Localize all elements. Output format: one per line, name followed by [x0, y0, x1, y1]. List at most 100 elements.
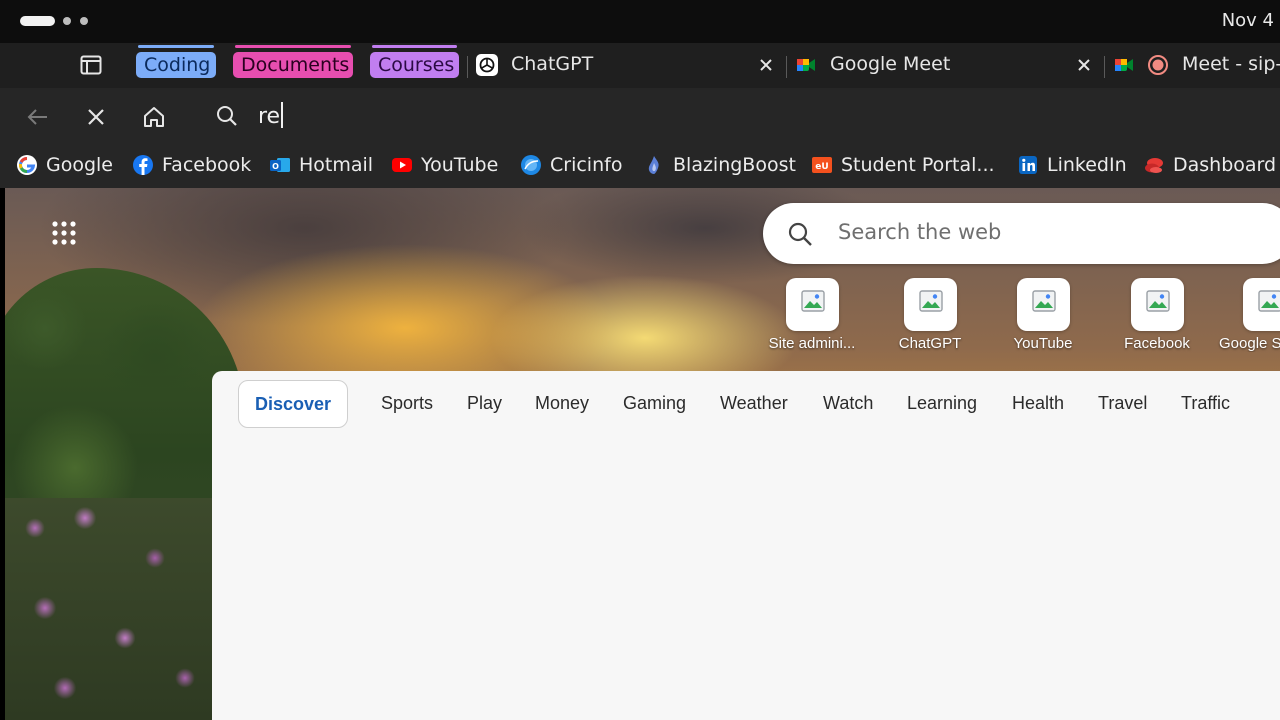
shortcut-label: Google S	[1219, 335, 1280, 352]
bookmark-label: Google	[46, 154, 114, 176]
shortcut-tile-chatgpt[interactable]: ChatGPT	[875, 278, 985, 352]
stop-loading-icon[interactable]	[83, 104, 109, 130]
broken-image-icon	[800, 290, 825, 312]
broken-image-icon	[1145, 290, 1170, 312]
home-icon[interactable]	[141, 104, 167, 130]
address-bar-value: re	[258, 104, 281, 129]
cricinfo-icon	[521, 155, 541, 175]
tab-group-documents[interactable]: Documents	[233, 45, 353, 78]
bookmark-label: Hotmail	[299, 154, 374, 176]
close-icon[interactable]	[757, 56, 775, 74]
broken-image-icon	[1031, 290, 1056, 312]
shortcut-icon-box	[1243, 278, 1280, 331]
feed-tab-money[interactable]: Money	[535, 393, 589, 414]
tab-chatgpt[interactable]: ChatGPT	[470, 43, 788, 88]
feed-tab-watch[interactable]: Watch	[823, 393, 873, 414]
tab-title: ChatGPT	[511, 53, 594, 75]
bookmark-hotmail[interactable]: O Hotmail	[269, 152, 373, 178]
bookmark-google[interactable]: Google	[16, 152, 113, 178]
tab-group-coding[interactable]: Coding	[136, 45, 216, 78]
search-placeholder: Search the web	[838, 220, 1002, 244]
new-tab-page: Search the web Site admini... ChatGPT Yo…	[5, 188, 1280, 720]
linkedin-icon	[1019, 156, 1037, 174]
bookmark-linkedin[interactable]: LinkedIn	[1017, 152, 1127, 178]
news-feed-panel: Discover Sports Play Money Gaming Weathe…	[212, 371, 1280, 720]
outlook-icon: O	[270, 158, 290, 172]
youtube-icon	[392, 158, 412, 172]
feed-tab-sports[interactable]: Sports	[381, 393, 433, 414]
google-meet-icon	[797, 59, 815, 71]
tab-search-icon[interactable]	[80, 55, 102, 75]
bookmarks-bar: Google Facebook O Hotmail YouTube Cricin…	[0, 144, 1280, 188]
search-icon	[217, 106, 237, 126]
system-clock[interactable]: Nov 4	[1222, 10, 1274, 31]
google-icon	[17, 155, 37, 175]
broken-image-icon	[918, 290, 943, 312]
dashboard-icon	[1145, 158, 1163, 173]
shortcut-tile-google[interactable]: Google S	[1215, 278, 1280, 352]
google-meet-icon	[1115, 59, 1133, 71]
workspace-indicator[interactable]	[63, 17, 71, 25]
feed-tab-weather[interactable]: Weather	[720, 393, 788, 414]
shortcut-icon-box	[1016, 278, 1070, 331]
svg-text:eU: eU	[815, 162, 828, 172]
bookmark-blazingboost[interactable]: BlazingBoost	[643, 152, 796, 178]
feed-tab-travel[interactable]: Travel	[1098, 393, 1147, 414]
background-flowers	[5, 498, 215, 720]
address-bar-input[interactable]: re	[258, 102, 284, 129]
shortcut-label: Facebook	[1124, 335, 1190, 352]
feed-tab-play[interactable]: Play	[467, 393, 502, 414]
student-portal-icon: eU	[812, 157, 832, 173]
workspace-indicator-active[interactable]	[20, 16, 55, 26]
feed-tab-learning[interactable]: Learning	[907, 393, 977, 414]
bookmark-label: Student Portal...	[841, 154, 995, 176]
shortcut-tile-facebook[interactable]: Facebook	[1102, 278, 1212, 352]
facebook-icon	[133, 155, 153, 175]
tab-title: Meet - sip-x	[1182, 53, 1280, 75]
tab-google-meet[interactable]: Google Meet	[789, 43, 1105, 88]
search-icon	[788, 222, 812, 246]
bookmark-label: LinkedIn	[1047, 154, 1127, 176]
back-arrow-icon[interactable]	[25, 104, 51, 130]
bookmark-label: Dashboard	[1173, 154, 1277, 176]
bookmark-label: Cricinfo	[550, 154, 623, 176]
shortcut-icon-box	[903, 278, 957, 331]
shortcut-tile-site-admin[interactable]: Site admini...	[757, 278, 867, 352]
svg-text:O: O	[272, 162, 279, 171]
broken-image-icon	[1258, 290, 1280, 312]
feed-tab-traffic[interactable]: Traffic	[1181, 393, 1230, 414]
bookmark-label: BlazingBoost	[673, 154, 796, 176]
shortcut-label: ChatGPT	[898, 335, 962, 352]
tab-meet-sip[interactable]: Meet - sip-x	[1107, 43, 1280, 88]
tab-strip: Coding Documents Courses ChatGPT Google …	[0, 43, 1280, 88]
blazingboost-icon	[648, 156, 659, 174]
shortcut-label: Site admini...	[768, 335, 856, 352]
close-icon[interactable]	[1075, 56, 1093, 74]
feed-tab-health[interactable]: Health	[1012, 393, 1064, 414]
web-search-box[interactable]: Search the web	[763, 203, 1280, 264]
workspace-indicator[interactable]	[80, 17, 88, 25]
bookmark-youtube[interactable]: YouTube	[391, 152, 498, 178]
tab-group-courses[interactable]: Courses	[370, 45, 459, 78]
shortcut-tile-youtube[interactable]: YouTube	[988, 278, 1098, 352]
bookmark-student-portal[interactable]: eU Student Portal...	[811, 152, 995, 178]
tab-separator	[1104, 56, 1105, 78]
browser-toolbar: re	[0, 88, 1280, 144]
bookmark-label: Facebook	[162, 154, 252, 176]
bookmark-label: YouTube	[421, 154, 499, 176]
tab-title: Google Meet	[830, 53, 951, 75]
feed-tab-discover[interactable]: Discover	[238, 380, 349, 428]
shortcut-icon-box	[1130, 278, 1184, 331]
openai-icon	[476, 54, 498, 76]
apps-grid-icon[interactable]	[51, 220, 77, 246]
tab-separator	[786, 56, 787, 78]
system-top-bar: Nov 4	[0, 0, 1280, 43]
feed-tab-gaming[interactable]: Gaming	[623, 393, 686, 414]
bookmark-facebook[interactable]: Facebook	[132, 152, 251, 178]
text-caret	[281, 102, 284, 128]
shortcut-icon-box	[785, 278, 839, 331]
bookmark-cricinfo[interactable]: Cricinfo	[520, 152, 622, 178]
recording-icon	[1148, 55, 1168, 75]
shortcut-label: YouTube	[1013, 335, 1073, 352]
bookmark-dashboard[interactable]: Dashboard	[1143, 152, 1276, 178]
